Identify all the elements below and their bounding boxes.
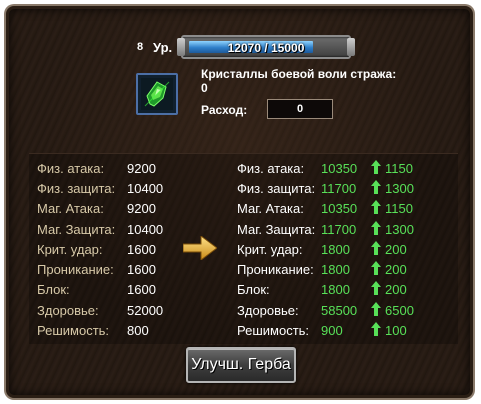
upgraded-stats-list: Физ. атака: 10350 1150 Физ. защита: 11700 13… <box>237 158 414 341</box>
green-crystal-icon <box>141 78 173 110</box>
stat-row-phys-defense: Физ. защита: 10400 <box>37 178 163 198</box>
stat-row-block: Блок: 1800 200 <box>237 280 414 300</box>
stat-row-mag-attack: Маг. Атака: 9200 <box>37 199 163 219</box>
stat-value: 10400 <box>127 221 164 237</box>
current-stats-list: Физ. атака: 9200 Физ. защита: 10400 Маг. А… <box>37 158 163 341</box>
stat-value: 1600 <box>127 262 156 278</box>
stat-value: 10400 <box>127 180 164 196</box>
stat-value: 900 <box>321 323 343 339</box>
xp-progress-text: 12070 / 15000 <box>227 41 305 55</box>
stat-row-health: Здоровье: 58500 6500 <box>237 300 414 320</box>
stat-label: Маг. Защита: <box>237 221 316 237</box>
stat-label: Маг. Атака: <box>37 201 104 217</box>
stat-row-mag-defense: Маг. Защита: 10400 <box>37 219 163 239</box>
stat-value: 10350 <box>321 201 358 217</box>
stat-label: Маг. Атака: <box>237 201 304 217</box>
stat-value: 10350 <box>321 160 358 176</box>
stat-row-health: Здоровье: 52000 <box>37 300 163 320</box>
stat-increase: 1300 <box>385 180 414 196</box>
stat-row-mag-attack: Маг. Атака: 10350 1150 <box>237 199 414 219</box>
stat-increase: 6500 <box>385 302 414 318</box>
item-name: Кристаллы боевой воли стража: 0 <box>201 67 397 95</box>
stat-row-mag-defense: Маг. Защита: 11700 1300 <box>237 219 414 239</box>
stat-value: 1800 <box>321 282 350 298</box>
stat-value: 1600 <box>127 241 156 257</box>
stat-label: Физ. атака: <box>37 160 105 176</box>
stat-label: Физ. атака: <box>237 160 305 176</box>
stat-row-penetration: Проникание: 1800 200 <box>237 259 414 279</box>
stat-value: 11700 <box>321 180 357 196</box>
stat-row-penetration: Проникание: 1600 <box>37 259 163 279</box>
stat-label: Крит. удар: <box>37 241 103 257</box>
arrow-up-icon <box>371 220 385 238</box>
stat-label: Проникание: <box>237 262 314 278</box>
stat-increase: 1300 <box>385 221 414 237</box>
upgrade-emblem-button[interactable]: Улучш. Герба <box>186 347 296 383</box>
stat-label: Физ. защита: <box>37 180 116 196</box>
stat-label: Проникание: <box>37 262 114 278</box>
stat-row-crit: Крит. удар: 1800 200 <box>237 239 414 259</box>
stat-increase: 200 <box>385 262 407 278</box>
level-indicator: 8 Ур. <box>137 37 178 57</box>
stat-value: 11700 <box>321 221 357 237</box>
cost-label: Расход: <box>201 103 248 117</box>
stat-row-resolve: Решимость: 800 <box>37 320 163 340</box>
stat-increase: 200 <box>385 241 407 257</box>
stat-value: 58500 <box>321 302 358 318</box>
stat-label: Крит. удар: <box>237 241 303 257</box>
stat-label: Решимость: <box>237 323 310 339</box>
arrow-up-icon <box>371 159 385 177</box>
stat-label: Блок: <box>237 282 270 298</box>
arrow-up-icon <box>371 281 385 298</box>
stat-increase: 1150 <box>385 160 413 176</box>
stat-row-crit: Крит. удар: 1600 <box>37 239 163 259</box>
arrow-up-icon <box>371 261 385 278</box>
stat-label: Здоровье: <box>237 302 299 318</box>
stat-value: 1800 <box>321 262 350 278</box>
stat-row-phys-attack: Физ. атака: 10350 1150 <box>237 158 414 178</box>
arrow-up-icon <box>371 179 385 197</box>
arrow-up-icon <box>371 322 385 339</box>
cost-value: 0 <box>267 99 333 119</box>
stat-label: Здоровье: <box>37 302 99 318</box>
arrow-right-icon <box>183 236 217 260</box>
stat-label: Маг. Защита: <box>37 221 116 237</box>
item-slot[interactable] <box>136 73 178 115</box>
stat-row-block: Блок: 1600 <box>37 280 163 300</box>
stat-value: 9200 <box>127 201 156 217</box>
stat-value: 1600 <box>127 282 156 298</box>
stat-label: Физ. защита: <box>237 180 316 196</box>
stat-row-resolve: Решимость: 900 100 <box>237 320 414 340</box>
stat-value: 1800 <box>321 241 350 257</box>
arrow-up-icon <box>371 240 385 258</box>
stat-label: Решимость: <box>37 323 110 339</box>
stat-value: 800 <box>127 323 149 339</box>
stat-row-phys-defense: Физ. защита: 11700 1300 <box>237 178 414 198</box>
stat-row-phys-attack: Физ. атака: 9200 <box>37 158 163 178</box>
arrow-up-icon <box>371 301 385 319</box>
stat-increase: 1150 <box>385 201 413 217</box>
arrow-up-icon <box>371 200 385 217</box>
level-number: 8 <box>137 41 144 53</box>
stat-increase: 200 <box>385 282 407 298</box>
stat-increase: 100 <box>385 323 407 339</box>
stat-value: 52000 <box>127 302 164 318</box>
stat-value: 9200 <box>127 160 156 176</box>
stat-label: Блок: <box>37 282 70 298</box>
xp-progress-bar: 12070 / 15000 <box>177 35 355 59</box>
level-label: Ур. <box>153 39 173 55</box>
